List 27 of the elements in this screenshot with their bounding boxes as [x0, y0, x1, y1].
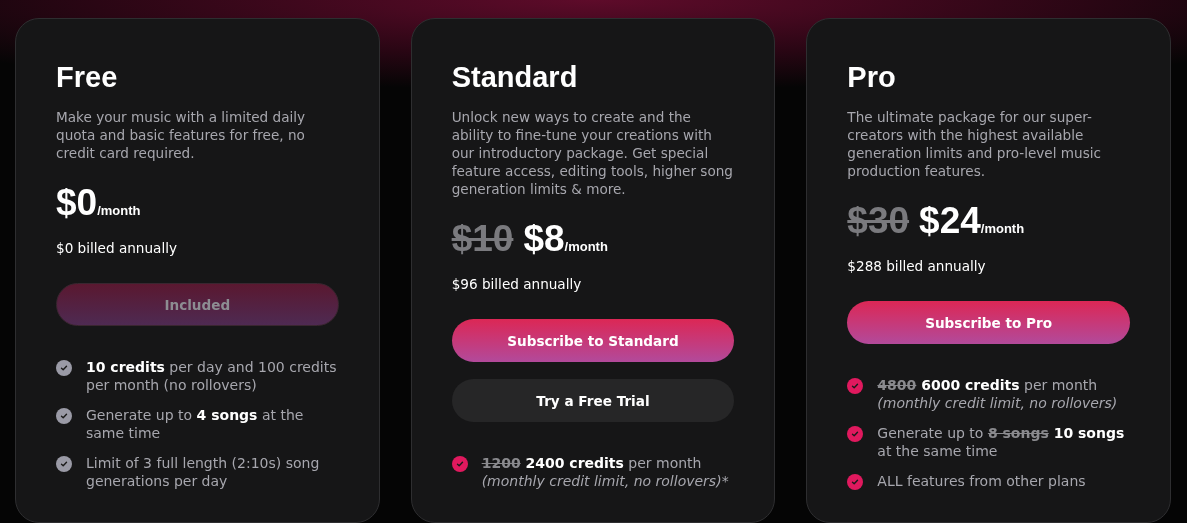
subscribe-button[interactable]: Subscribe to Pro [847, 301, 1130, 345]
free-trial-button[interactable]: Try a Free Trial [451, 379, 735, 423]
plan-description: The ultimate package for our super-creators with the highest available generation limits and pro-level music production features. [847, 108, 1102, 180]
plan-description: Make your music with a limited daily quota and basic features for free, no credit card required. [56, 108, 307, 162]
feature-text: Generate up to 4 songs at the same time [86, 406, 305, 443]
price-period: /month [97, 203, 141, 218]
price: $0 [56, 182, 98, 224]
feature-text: Limit of 3 full length (2:10s) song generations per day [86, 454, 321, 491]
feature-text: ALL features from other plans [877, 472, 1086, 491]
feature-text: 10 credits per day and 100 credits per month (no rollovers) [86, 358, 338, 395]
old-price: $30 [847, 200, 910, 242]
feature-text: Generate up to 8 songs 10 songs at the same time [877, 424, 1126, 461]
old-price: $10 [451, 218, 514, 260]
billing-note: $96 billed annually [451, 275, 583, 294]
price: $8 [523, 218, 565, 260]
price-period: /month [564, 239, 608, 254]
price: $24 [919, 200, 981, 242]
price-period: /month [980, 221, 1025, 236]
plan-title: Pro [847, 60, 897, 95]
subscribe-button[interactable]: Subscribe to Standard [451, 319, 735, 363]
billing-note: $0 billed annually [56, 239, 178, 258]
billing-note: $288 billed annually [847, 257, 987, 276]
plan-title: Standard [451, 60, 579, 95]
feature-text: 1200 2400 credits per month (monthly credit limit, no rollovers)* [481, 454, 730, 491]
plan-description: Unlock new ways to create and the ability to fine-tune your creations with our introductory package. Get special feature access, editing tools, higher song generation limits & more. [451, 108, 734, 198]
plan-title: Free [56, 60, 119, 95]
feature-text: 4800 6000 credits per month (monthly credit limit, no rollovers) [877, 376, 1119, 413]
